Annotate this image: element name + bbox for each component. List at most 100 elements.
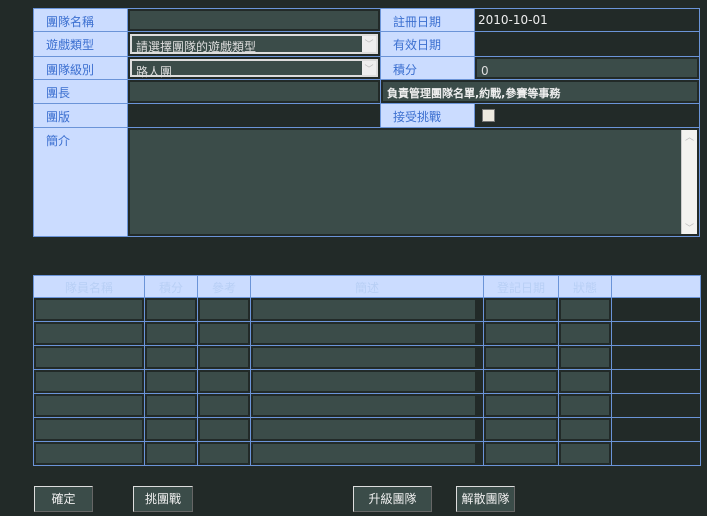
reg-date-label: 註冊日期 xyxy=(380,8,475,32)
leader-input[interactable] xyxy=(130,82,378,101)
accept-challenge-checkbox[interactable] xyxy=(482,109,495,122)
table-cell-input[interactable] xyxy=(561,300,609,319)
table-cell xyxy=(483,393,559,418)
table-cell xyxy=(483,369,559,394)
table-cell xyxy=(558,369,612,394)
reg-date-value: 2010-10-01 xyxy=(474,8,700,32)
column-header: 狀態 xyxy=(558,275,612,298)
table-cell xyxy=(558,441,612,466)
table-cell-input[interactable] xyxy=(486,396,556,415)
table-cell-input[interactable] xyxy=(147,444,195,463)
table-cell-input[interactable] xyxy=(200,444,248,463)
table-cell xyxy=(33,417,145,442)
scrollbar[interactable]: ︿ ﹀ xyxy=(681,130,697,234)
table-cell xyxy=(611,393,701,418)
table-cell-input[interactable] xyxy=(486,324,556,343)
table-cell-input[interactable] xyxy=(561,444,609,463)
valid-date-value xyxy=(474,31,700,57)
table-cell-input[interactable] xyxy=(486,420,556,439)
table-cell xyxy=(483,417,559,442)
table-cell-input[interactable] xyxy=(486,444,556,463)
table-cell xyxy=(197,297,251,322)
column-header: 隊員名稱 xyxy=(33,275,145,298)
column-header: 參考 xyxy=(197,275,251,298)
table-cell-input[interactable] xyxy=(147,420,195,439)
table-cell-input[interactable] xyxy=(486,300,556,319)
team-level-value[interactable]: 路人團 xyxy=(130,59,362,79)
table-cell-input[interactable] xyxy=(561,420,609,439)
team-name-label: 團隊名稱 xyxy=(33,8,128,32)
table-cell xyxy=(197,369,251,394)
team-level-select[interactable]: 路人團 ﹀ xyxy=(127,56,381,80)
table-cell xyxy=(250,393,484,418)
table-cell xyxy=(611,345,701,370)
challenge-button[interactable]: 挑團戰 xyxy=(133,486,193,512)
table-cell-input[interactable] xyxy=(561,372,609,391)
table-cell-input[interactable] xyxy=(253,396,475,415)
team-name-input[interactable] xyxy=(130,11,378,29)
table-cell-input[interactable] xyxy=(253,420,475,439)
table-cell xyxy=(197,393,251,418)
table-cell-input[interactable] xyxy=(561,348,609,367)
table-cell-input[interactable] xyxy=(200,396,248,415)
table-cell xyxy=(611,321,701,346)
moderator-label: 團版 xyxy=(33,103,128,128)
table-cell xyxy=(197,417,251,442)
scroll-down-icon[interactable]: ﹀ xyxy=(682,221,697,234)
table-cell xyxy=(483,321,559,346)
disband-team-button[interactable]: 解散團隊 xyxy=(456,486,515,512)
scroll-up-icon[interactable]: ︿ xyxy=(682,130,697,143)
game-type-select[interactable]: 請選擇團隊的遊戲類型 ﹀ xyxy=(127,31,381,57)
table-cell-input[interactable] xyxy=(200,348,248,367)
moderator-input[interactable] xyxy=(127,103,381,128)
table-cell-input[interactable] xyxy=(147,372,195,391)
table-cell-input[interactable] xyxy=(36,372,142,391)
table-cell xyxy=(558,297,612,322)
column-header xyxy=(611,275,701,298)
team-level-label: 團隊級別 xyxy=(33,56,128,80)
table-cell-input[interactable] xyxy=(147,396,195,415)
intro-textarea[interactable] xyxy=(130,130,681,234)
table-cell-input[interactable] xyxy=(36,348,142,367)
table-cell-input[interactable] xyxy=(253,372,475,391)
game-type-value[interactable]: 請選擇團隊的遊戲類型 xyxy=(130,34,362,54)
table-cell-input[interactable] xyxy=(200,324,248,343)
table-cell xyxy=(250,417,484,442)
column-header: 登記日期 xyxy=(483,275,559,298)
intro-label: 簡介 xyxy=(33,127,128,237)
table-cell xyxy=(144,393,198,418)
table-cell-input[interactable] xyxy=(147,348,195,367)
table-cell-input[interactable] xyxy=(253,444,475,463)
chevron-down-icon[interactable]: ﹀ xyxy=(362,59,378,77)
table-cell-input[interactable] xyxy=(36,396,142,415)
table-cell xyxy=(250,321,484,346)
upgrade-team-button[interactable]: 升級團隊 xyxy=(353,486,432,512)
points-input[interactable]: 0 xyxy=(477,59,697,78)
table-cell-input[interactable] xyxy=(253,348,475,367)
table-cell-input[interactable] xyxy=(36,420,142,439)
table-cell-input[interactable] xyxy=(253,300,475,319)
table-cell xyxy=(250,297,484,322)
table-cell-input[interactable] xyxy=(561,324,609,343)
table-cell-input[interactable] xyxy=(36,324,142,343)
table-cell xyxy=(250,345,484,370)
table-cell xyxy=(250,441,484,466)
table-cell xyxy=(33,345,145,370)
table-cell-input[interactable] xyxy=(200,420,248,439)
table-cell xyxy=(33,321,145,346)
table-cell-input[interactable] xyxy=(486,348,556,367)
table-cell-input[interactable] xyxy=(486,372,556,391)
points-label: 積分 xyxy=(380,56,475,80)
table-cell xyxy=(197,345,251,370)
table-cell-input[interactable] xyxy=(147,300,195,319)
table-cell-input[interactable] xyxy=(561,396,609,415)
confirm-button[interactable]: 確定 xyxy=(34,486,93,512)
table-cell-input[interactable] xyxy=(36,300,142,319)
table-cell-input[interactable] xyxy=(200,372,248,391)
table-cell xyxy=(611,417,701,442)
table-cell-input[interactable] xyxy=(253,324,475,343)
table-cell-input[interactable] xyxy=(36,444,142,463)
table-cell-input[interactable] xyxy=(200,300,248,319)
table-cell-input[interactable] xyxy=(147,324,195,343)
chevron-down-icon[interactable]: ﹀ xyxy=(362,34,378,54)
